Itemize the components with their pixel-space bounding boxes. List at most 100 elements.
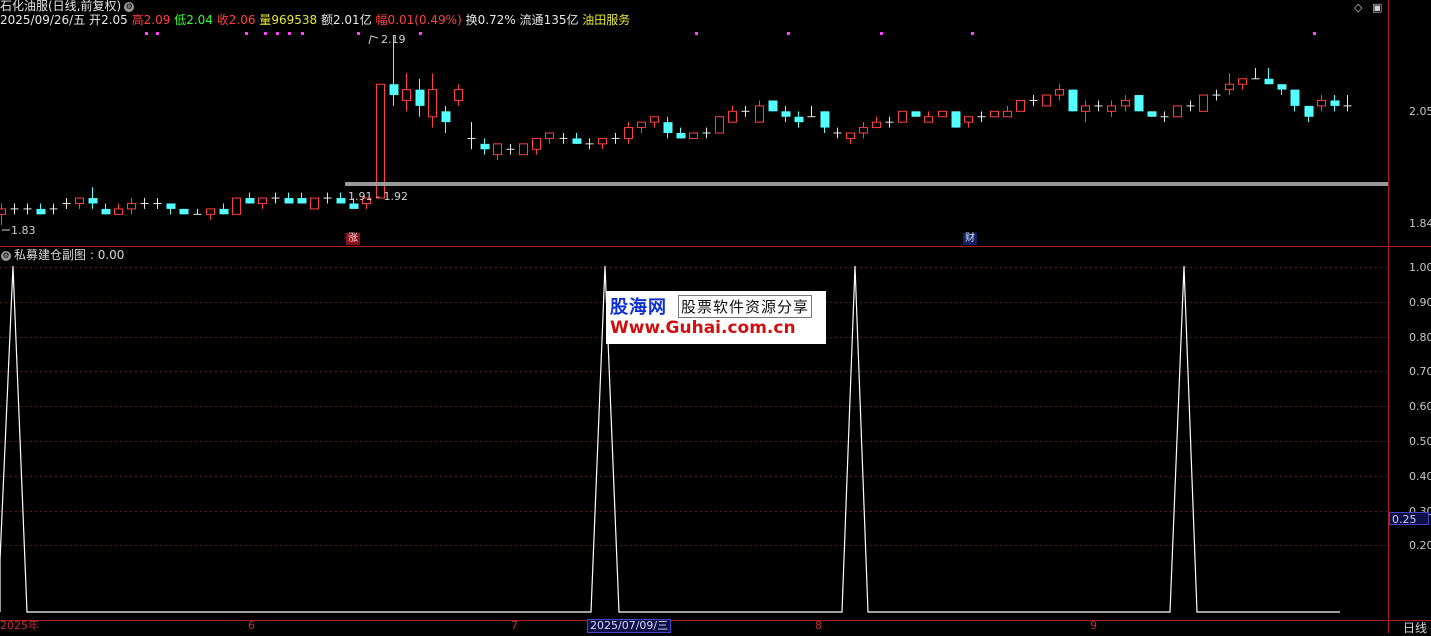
candle[interactable] xyxy=(532,137,541,155)
candle[interactable] xyxy=(193,208,202,215)
sector-label[interactable]: 油田服务 xyxy=(582,13,630,27)
candle[interactable] xyxy=(689,132,698,139)
candle[interactable] xyxy=(232,197,241,215)
candle[interactable] xyxy=(728,105,737,123)
candle[interactable] xyxy=(585,138,594,150)
candle[interactable] xyxy=(1251,67,1260,80)
stock-title[interactable]: 石化油服(日线,前复权) xyxy=(0,0,121,13)
candle[interactable] xyxy=(624,122,633,144)
candle[interactable] xyxy=(898,110,907,123)
candle[interactable] xyxy=(559,133,568,144)
candle[interactable] xyxy=(572,133,582,144)
sub-chart-settings-icon[interactable]: ⚙ xyxy=(1,250,11,261)
period-label[interactable]: 日线 xyxy=(1403,619,1427,636)
candle[interactable] xyxy=(1264,67,1274,85)
candle[interactable] xyxy=(846,132,855,144)
panel-toggle-icon[interactable]: ▣ xyxy=(1372,2,1382,14)
candle[interactable] xyxy=(310,197,319,210)
candle[interactable] xyxy=(1107,100,1116,117)
candle[interactable] xyxy=(219,203,229,215)
candle[interactable] xyxy=(676,127,686,139)
candle[interactable] xyxy=(1094,100,1103,112)
candle[interactable] xyxy=(0,203,6,226)
candle[interactable] xyxy=(336,192,346,204)
candle[interactable] xyxy=(415,78,425,117)
candle[interactable] xyxy=(114,203,123,215)
candle[interactable] xyxy=(153,198,162,209)
candle[interactable] xyxy=(166,203,176,215)
candle[interactable] xyxy=(1225,73,1234,96)
candle[interactable] xyxy=(179,208,189,215)
candle[interactable] xyxy=(741,105,750,117)
candle[interactable] xyxy=(951,111,961,128)
candle[interactable] xyxy=(885,116,894,128)
candle[interactable] xyxy=(62,198,71,209)
candle[interactable] xyxy=(376,83,385,199)
candle[interactable] xyxy=(1121,95,1130,112)
limit-up-marker[interactable]: 涨 xyxy=(346,233,360,245)
finance-marker[interactable]: 财 xyxy=(963,233,977,245)
candle[interactable] xyxy=(1317,95,1326,112)
candle[interactable] xyxy=(284,192,294,204)
candle[interactable] xyxy=(1042,94,1051,107)
candle[interactable] xyxy=(258,197,267,209)
title-settings-icon[interactable]: ⚙ xyxy=(124,1,135,12)
candle[interactable] xyxy=(23,203,32,215)
candle[interactable] xyxy=(1147,111,1157,117)
candle[interactable] xyxy=(663,116,673,139)
candle[interactable] xyxy=(977,111,986,123)
candle[interactable] xyxy=(755,100,764,123)
candle[interactable] xyxy=(964,116,973,128)
candle[interactable] xyxy=(1055,84,1064,101)
candle[interactable] xyxy=(938,110,947,118)
candle[interactable] xyxy=(545,132,554,144)
candle[interactable] xyxy=(1186,100,1195,112)
candle[interactable] xyxy=(297,192,307,204)
candle[interactable] xyxy=(271,192,280,204)
candle[interactable] xyxy=(88,187,98,209)
candle[interactable] xyxy=(323,192,332,204)
candle[interactable] xyxy=(990,110,999,118)
candle[interactable] xyxy=(101,203,111,215)
candle[interactable] xyxy=(794,111,804,128)
candle[interactable] xyxy=(1238,78,1247,90)
candle[interactable] xyxy=(1068,89,1078,112)
candle[interactable] xyxy=(859,122,868,139)
candle[interactable] xyxy=(428,73,437,128)
candle[interactable] xyxy=(715,116,724,134)
candle[interactable] xyxy=(1277,84,1287,96)
candle[interactable] xyxy=(75,197,84,209)
candle[interactable] xyxy=(206,208,215,220)
candle[interactable] xyxy=(768,100,778,112)
candle[interactable] xyxy=(872,116,881,129)
candle[interactable] xyxy=(1330,95,1340,112)
candle[interactable] xyxy=(402,73,411,112)
candle[interactable] xyxy=(807,105,816,118)
candle[interactable] xyxy=(1003,105,1012,118)
candle[interactable] xyxy=(10,203,19,215)
candle[interactable] xyxy=(833,127,842,139)
diamond-icon[interactable]: ◇ xyxy=(1354,2,1362,14)
candle[interactable] xyxy=(36,203,46,215)
candle[interactable] xyxy=(1081,100,1090,123)
candle[interactable] xyxy=(1029,95,1038,106)
candle[interactable] xyxy=(1199,94,1208,112)
candle[interactable] xyxy=(506,143,515,155)
candle[interactable] xyxy=(924,111,933,123)
candle[interactable] xyxy=(519,143,528,156)
sub-chart-title[interactable]: 私募建仓副图 xyxy=(14,248,86,262)
candle[interactable] xyxy=(1212,89,1221,101)
candle[interactable] xyxy=(637,121,646,133)
candle[interactable] xyxy=(1173,105,1182,118)
candle[interactable] xyxy=(1304,105,1314,123)
candle[interactable] xyxy=(781,105,791,123)
candle[interactable] xyxy=(611,133,620,144)
candle[interactable] xyxy=(127,198,136,215)
candle[interactable] xyxy=(1160,111,1169,123)
candle[interactable] xyxy=(650,116,659,128)
candle[interactable] xyxy=(1343,95,1352,112)
candle[interactable] xyxy=(1134,95,1144,112)
candle[interactable] xyxy=(1290,89,1300,112)
candle[interactable] xyxy=(245,192,255,204)
candle[interactable] xyxy=(1016,99,1025,112)
